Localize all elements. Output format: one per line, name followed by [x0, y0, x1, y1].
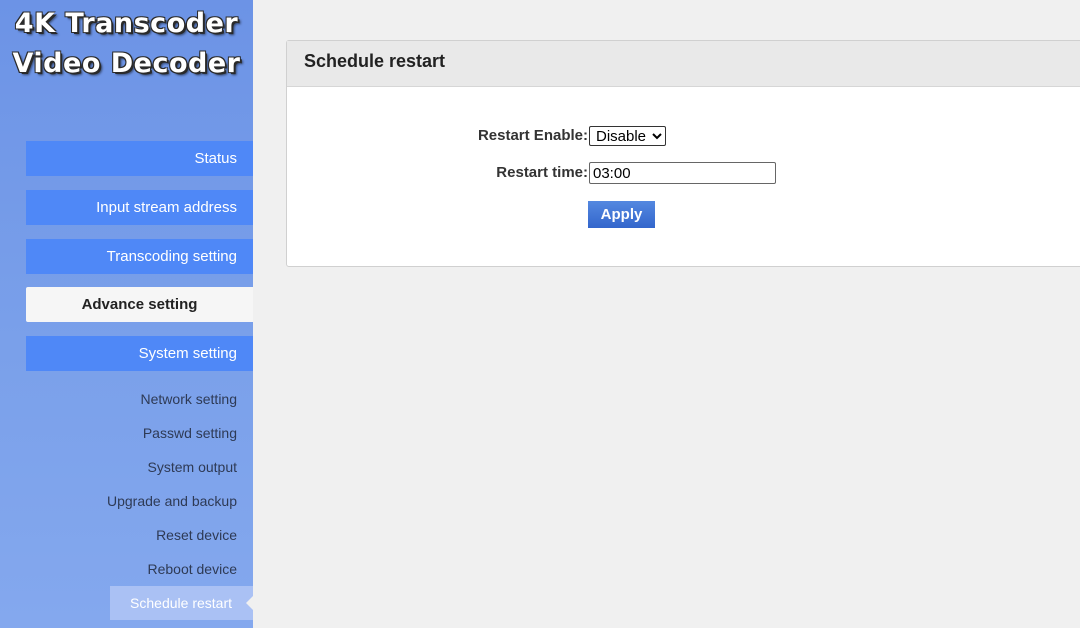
nav-system-setting[interactable]: System setting	[26, 336, 253, 371]
nav-input-stream-address[interactable]: Input stream address	[26, 190, 253, 225]
submenu-system-output[interactable]: System output	[26, 450, 253, 484]
submenu-network-setting[interactable]: Network setting	[26, 382, 253, 416]
sidebar: 4K Transcoder Video Decoder Status Input…	[0, 0, 253, 628]
restart-time-input[interactable]	[589, 162, 776, 184]
submenu-upgrade-and-backup[interactable]: Upgrade and backup	[26, 484, 253, 518]
submenu-passwd-setting[interactable]: Passwd setting	[26, 416, 253, 450]
restart-enable-select[interactable]: Disable	[589, 126, 666, 146]
submenu-schedule-restart[interactable]: Schedule restart	[110, 586, 253, 620]
submenu-reboot-device[interactable]: Reboot device	[26, 552, 253, 586]
nav-transcoding-setting[interactable]: Transcoding setting	[26, 239, 253, 274]
nav-advance-setting[interactable]: Advance setting	[26, 287, 253, 322]
submenu-schedule-restart-label: Schedule restart	[130, 595, 232, 611]
panel-title: Schedule restart	[287, 41, 1080, 87]
submenu-reset-device[interactable]: Reset device	[26, 518, 253, 552]
restart-enable-label: Restart Enable:	[477, 127, 588, 144]
logo-line-1: 4K Transcoder	[14, 8, 239, 39]
schedule-restart-panel: Schedule restart Restart Enable: Disable…	[286, 40, 1080, 267]
restart-time-label: Restart time:	[496, 164, 588, 181]
selected-arrow-icon	[246, 596, 253, 610]
nav-status[interactable]: Status	[26, 141, 253, 176]
app-logo: 4K Transcoder Video Decoder	[0, 4, 253, 84]
apply-button[interactable]: Apply	[588, 201, 655, 228]
logo-line-2: Video Decoder	[12, 48, 241, 79]
